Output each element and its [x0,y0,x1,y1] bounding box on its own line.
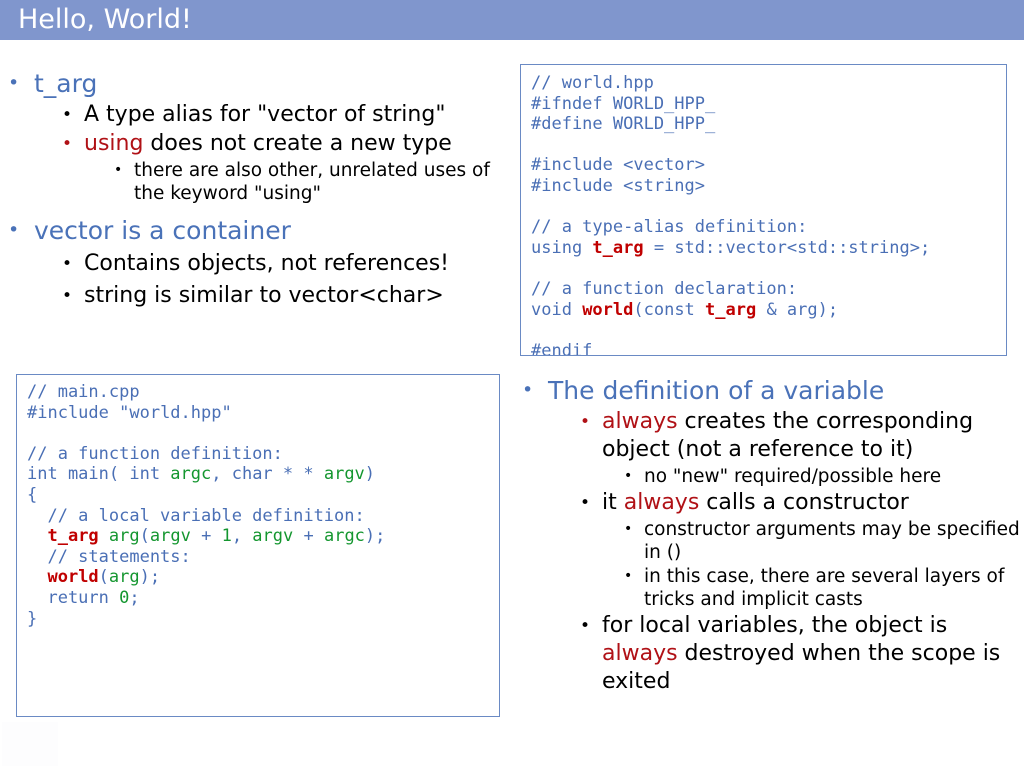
keyword-always: always [602,409,678,434]
keyword-always: always [602,641,678,666]
code-listing-world-hpp: // world.hpp #ifndef WORLD_HPP_ #define … [531,73,931,356]
bullet-dot-icon: • [8,219,20,241]
bullet-dot-icon: • [62,286,73,306]
bullet-definition-of-variable: • The definition of a variable [512,375,1020,406]
bullet-text: there are also other, unrelated uses of … [134,160,490,204]
bullet-dot-icon: • [580,493,591,513]
bullet-text: no "new" required/possible here [644,466,942,487]
bullet-text: Contains objects, not references! [84,251,449,276]
bullet-text: constructor arguments may be specified i… [644,519,1020,563]
bullet-text-pre: it [602,490,624,515]
bullet-always-creates-object: • always creates the corresponding objec… [512,408,1020,464]
bullet-no-new-required: • no "new" required/possible here [512,465,1020,488]
bullet-other-uses-of-using: • there are also other, unrelated uses o… [0,159,500,205]
bullet-vector-is-container: • vector is a container [0,215,500,246]
bullet-text-rest: calls a constructor [699,490,909,515]
bullet-text: t_arg [34,69,98,98]
bullet-dot-icon: • [624,468,633,484]
bullet-dot-icon: • [624,568,633,584]
bullet-constructor-arguments: • constructor arguments may be specified… [512,518,1020,564]
bullet-dot-icon: • [62,254,73,274]
slide-title: Hello, World! [18,4,192,35]
right-bullet-list: • The definition of a variable • always … [512,375,1020,697]
bullet-text: it always calls a constructor [602,489,1020,517]
bullet-dot-icon: • [62,134,73,154]
bullet-t-arg: • t_arg [0,68,500,99]
bullet-text: always creates the corresponding object … [602,408,1020,464]
bullet-text-rest: does not create a new type [143,131,452,156]
keyword-using: using [84,131,144,156]
bullet-text-pre: for local variables, the object is [602,613,948,638]
bullet-contains-objects: • Contains objects, not references! [0,250,500,278]
bullet-text: in this case, there are several layers o… [644,566,1005,610]
bullet-text: using does not create a new type [84,130,500,158]
bullet-type-alias: • A type alias for "vector of string" [0,101,500,129]
bullet-text: vector is a container [34,216,291,245]
bullet-text: for local variables, the object is alway… [602,612,1020,696]
bullet-dot-icon: • [580,412,591,432]
bullet-always-calls-constructor: • it always calls a constructor [512,489,1020,517]
code-listing-main-cpp: // main.cpp #include "world.hpp" // a fu… [27,382,386,629]
code-box-world-hpp: // world.hpp #ifndef WORLD_HPP_ #define … [520,64,1007,356]
keyword-always: always [623,490,700,515]
left-bullet-list: • t_arg • A type alias for "vector of st… [0,68,500,311]
bullet-layers-of-tricks: • in this case, there are several layers… [512,565,1020,611]
corner-watermark [2,722,58,766]
bullet-text: string is similar to vector<char> [84,283,444,308]
bullet-dot-icon: • [114,162,123,178]
bullet-dot-icon: • [624,521,633,537]
bullet-using-no-new-type: • using does not create a new type [0,130,500,158]
bullet-string-similar-vector-char: • string is similar to vector<char> [0,282,500,310]
slide-title-bar: Hello, World! [0,0,1024,40]
bullet-text: A type alias for "vector of string" [84,102,446,127]
code-box-main-cpp: // main.cpp #include "world.hpp" // a fu… [16,374,500,717]
bullet-dot-icon: • [8,72,20,94]
bullet-dot-icon: • [522,379,534,401]
bullet-text: The definition of a variable [548,376,885,405]
bullet-local-variables-destroyed: • for local variables, the object is alw… [512,612,1020,696]
bullet-dot-icon: • [62,105,73,125]
bullet-dot-icon: • [580,616,591,636]
